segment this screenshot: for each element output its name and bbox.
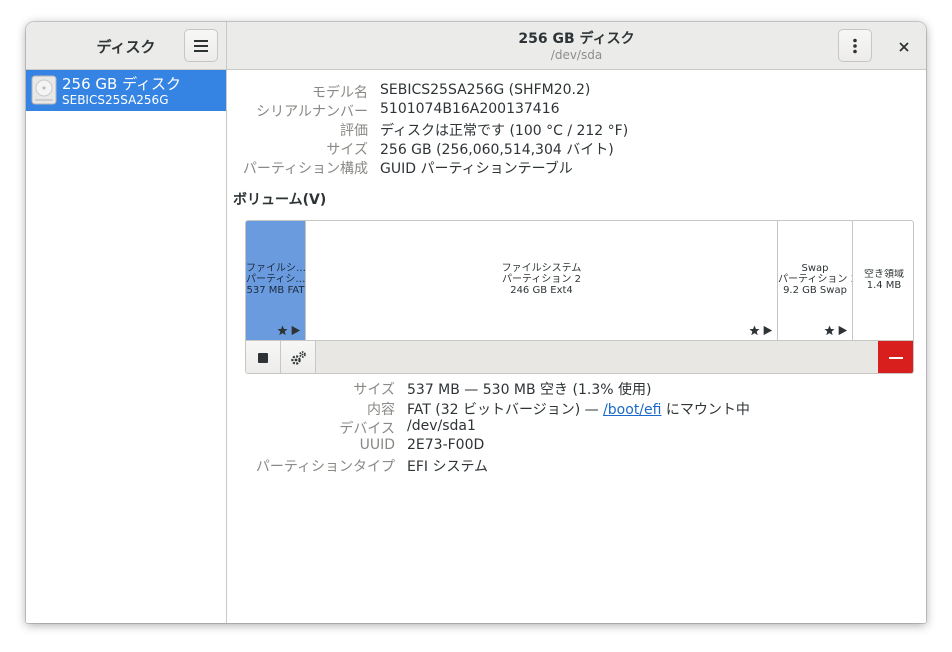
minus-icon	[888, 356, 903, 359]
star-icon	[749, 325, 760, 336]
play-icon	[763, 325, 773, 336]
hard-drive-icon	[31, 75, 57, 105]
volume-line: パーティシ…	[246, 274, 305, 285]
info-label: シリアルナンバー	[256, 104, 368, 120]
main-menu-button[interactable]	[184, 29, 218, 62]
volume-segment-2[interactable]: ファイルシステム パーティション 2 246 GB Ext4	[306, 221, 778, 340]
info-value: 256 GB (256,060,514,304 バイト)	[380, 142, 614, 158]
close-icon	[899, 42, 909, 52]
detail-label: UUID	[359, 437, 395, 453]
partition-settings-button[interactable]	[281, 341, 316, 373]
mount-point-link[interactable]: /boot/efi	[603, 402, 661, 418]
volume-segment-3[interactable]: Swap パーティション 3 9.2 GB Swap	[778, 221, 853, 340]
detail-value: FAT (32 ビットバージョン) — /boot/efi にマウント中	[407, 399, 750, 419]
volume-map: ファイルシ… パーティシ… 537 MB FAT ファイルシステム パーティショ…	[245, 220, 914, 374]
volume-segment-1[interactable]: ファイルシ… パーティシ… 537 MB FAT	[246, 221, 306, 340]
info-label: パーティション構成	[242, 161, 368, 177]
volume-segment-free[interactable]: 空き領域 1.4 MB	[853, 221, 913, 340]
contents-prefix: FAT (32 ビットバージョン) —	[407, 402, 604, 418]
disk-title: 256 GB ディスク	[518, 31, 635, 47]
volume-line: 1.4 MB	[866, 280, 902, 291]
volume-line: ファイルシステム	[501, 263, 582, 274]
info-label: モデル名	[312, 85, 368, 101]
play-icon	[838, 325, 848, 336]
volume-line: 537 MB FAT	[246, 285, 305, 296]
play-icon	[291, 325, 301, 336]
disks-window: ディスク 256 GB ディスク /dev/sda 256 GB ディスク SE…	[26, 22, 926, 623]
info-label: サイズ	[326, 142, 368, 158]
volume-line: 空き領域	[864, 269, 904, 280]
delete-partition-button[interactable]	[878, 341, 913, 373]
volume-marks	[277, 325, 301, 336]
sidebar-header: ディスク	[26, 22, 227, 70]
volume-line: Swap	[801, 263, 829, 274]
volume-line: ファイルシ…	[246, 263, 305, 274]
unmount-button[interactable]	[246, 341, 281, 373]
close-button[interactable]	[892, 35, 916, 59]
disk-details-pane: モデル名 SEBICS25SA256G (SHFM20.2) シリアルナンバー …	[227, 70, 926, 623]
info-value: SEBICS25SA256G (SHFM20.2)	[380, 82, 591, 98]
vertical-ellipsis-icon	[853, 38, 857, 53]
volume-line: パーティション 3	[778, 274, 852, 285]
volume-line: 9.2 GB Swap	[783, 285, 847, 296]
volume-line: パーティション 2	[502, 274, 581, 285]
volumes-heading: ボリューム(V)	[233, 192, 327, 208]
stop-icon	[258, 352, 268, 363]
hamburger-menu-icon	[194, 39, 208, 52]
detail-label: 内容	[367, 402, 395, 418]
star-icon	[824, 325, 835, 336]
info-value: ディスクは正常です (100 °C / 212 °F)	[380, 123, 629, 139]
detail-label: デバイス	[339, 421, 395, 437]
info-value: 5101074B16A200137416	[380, 101, 560, 117]
detail-label: パーティションタイプ	[255, 459, 395, 475]
detail-label: サイズ	[353, 382, 395, 398]
content-header: 256 GB ディスク /dev/sda	[227, 22, 926, 70]
star-icon	[277, 325, 288, 336]
volume-marks	[824, 325, 848, 336]
detail-value: EFI システム	[407, 459, 489, 475]
detail-value: 537 MB — 530 MB 空き (1.3% 使用)	[407, 382, 652, 398]
disk-device-path: /dev/sda	[550, 48, 603, 62]
gears-icon	[291, 350, 306, 365]
info-label: 評価	[340, 123, 368, 139]
contents-suffix: にマウント中	[661, 402, 750, 418]
volume-marks	[749, 325, 773, 336]
disk-options-button[interactable]	[838, 29, 872, 62]
volume-line: 246 GB Ext4	[510, 285, 573, 296]
info-value: GUID パーティションテーブル	[380, 161, 573, 177]
volume-toolbar	[246, 340, 913, 373]
detail-value: /dev/sda1	[407, 418, 476, 434]
detail-value: 2E73-F00D	[407, 437, 485, 453]
